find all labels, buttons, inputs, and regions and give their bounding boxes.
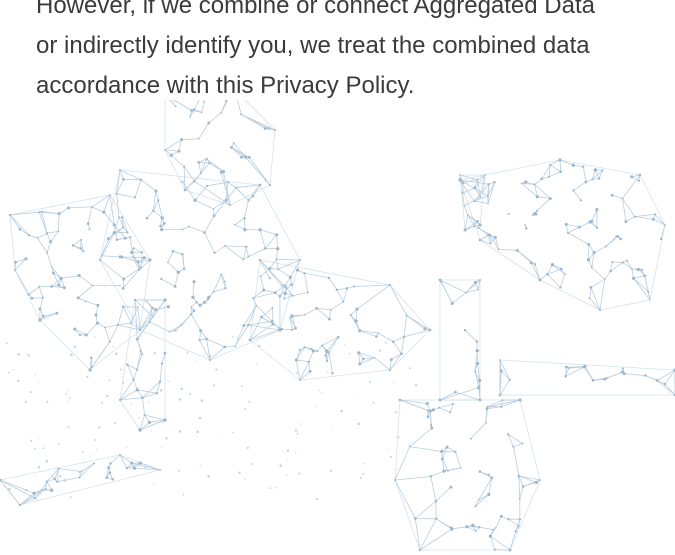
paragraph-line-2: or indirectly identify you, we treat the… <box>36 32 590 59</box>
privacy-paragraph: However, if we combine or connect Aggreg… <box>36 0 675 106</box>
paragraph-line-1: However, if we combine or connect Aggreg… <box>36 0 595 19</box>
scientist-wireframe-illustration <box>0 100 675 552</box>
paragraph-line-3: accordance with this Privacy Policy. <box>36 72 415 99</box>
document-page: However, if we combine or connect Aggreg… <box>0 0 675 555</box>
